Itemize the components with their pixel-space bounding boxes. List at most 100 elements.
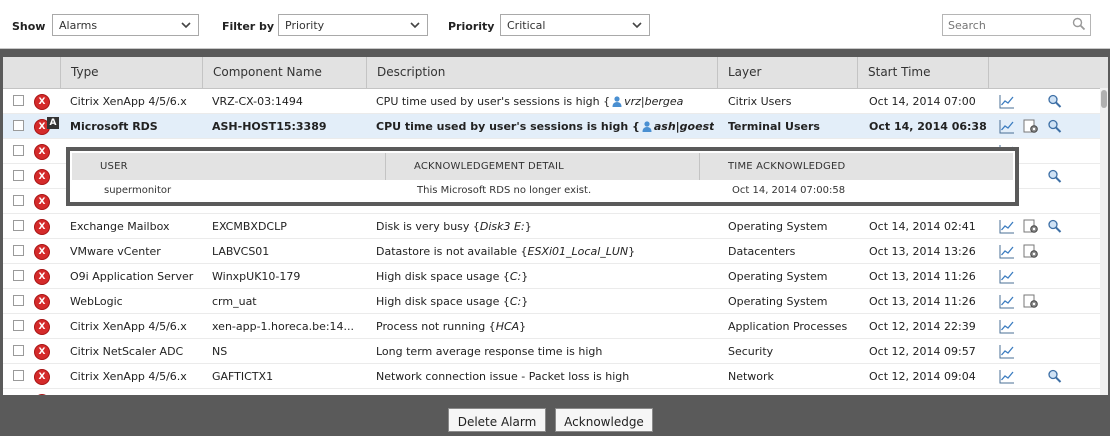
description-text: Datastore is not available { xyxy=(376,245,528,258)
popup-user: supermonitor xyxy=(104,185,172,196)
search-input[interactable] xyxy=(942,14,1091,36)
cell-layer: Security xyxy=(728,345,774,358)
row-checkbox[interactable] xyxy=(13,195,24,206)
cell-description: High disk space usage {C:} xyxy=(376,270,529,283)
search-icon[interactable] xyxy=(1072,17,1086,31)
header-description[interactable]: Description xyxy=(367,57,718,88)
graph-icon[interactable] xyxy=(999,269,1015,284)
table-row[interactable]: X Citrix XenApp 4/5/6.x VRZ-CX-03:1494 C… xyxy=(3,89,1100,114)
table-row[interactable]: X Citrix XenApp 4/5/6.x xen-app-1.horeca… xyxy=(3,314,1100,339)
graph-icon[interactable] xyxy=(999,294,1015,309)
cell-layer: Network xyxy=(728,370,774,383)
acknowledgement-popup: USER ACKNOWLEDGEMENT DETAIL TIME ACKNOWL… xyxy=(66,147,1019,206)
row-checkbox[interactable] xyxy=(13,320,24,331)
filter-by-select[interactable]: Priority xyxy=(278,14,428,36)
row-checkbox[interactable] xyxy=(13,120,24,131)
cell-type: Citrix XenApp 4/5/6.x xyxy=(70,320,187,333)
magnifier-icon[interactable] xyxy=(1047,369,1063,384)
graph-icon[interactable] xyxy=(999,319,1015,334)
cell-description: Process not running {HCA} xyxy=(376,320,527,333)
table-row[interactable]: X Citrix NetScaler ADC NS Long term aver… xyxy=(3,339,1100,364)
description-text: CPU time used by user's sessions is high… xyxy=(376,95,611,108)
description-detail: Disk3 E: xyxy=(479,220,525,233)
description-detail: ESXi01_Local_LUN xyxy=(527,245,629,258)
critical-alarm-icon: X xyxy=(34,294,50,310)
graph-icon[interactable] xyxy=(999,94,1015,109)
priority-select[interactable]: Critical xyxy=(500,14,650,36)
critical-alarm-icon: X xyxy=(34,219,50,235)
table-row[interactable]: X O9i Application Server WinxpUK10-179 H… xyxy=(3,264,1100,289)
row-checkbox[interactable] xyxy=(13,295,24,306)
graph-icon[interactable] xyxy=(999,219,1015,234)
critical-alarm-icon: X xyxy=(34,244,50,260)
critical-alarm-icon: X xyxy=(34,394,50,395)
header-component-name[interactable]: Component Name xyxy=(203,57,367,88)
table-header: Type Component Name Description Layer St… xyxy=(3,57,1108,89)
cell-start-time: Oct 13, 2014 11:26 xyxy=(869,295,976,308)
vertical-scrollbar[interactable] xyxy=(1100,88,1108,395)
details-gear-icon[interactable] xyxy=(1023,294,1039,309)
row-checkbox[interactable] xyxy=(13,345,24,356)
cell-start-time: Oct 12, 2014 09:57 xyxy=(869,345,976,358)
acknowledged-badge[interactable]: A xyxy=(47,117,59,129)
scrollbar-thumb[interactable] xyxy=(1101,90,1107,108)
delete-alarm-button[interactable]: Delete Alarm xyxy=(448,408,546,432)
graph-icon[interactable] xyxy=(999,119,1015,134)
acknowledge-button[interactable]: Acknowledge xyxy=(555,408,653,432)
graph-icon[interactable] xyxy=(999,344,1015,359)
graph-icon[interactable] xyxy=(999,244,1015,259)
description-text: Process not running { xyxy=(376,320,496,333)
priority-select-value: Critical xyxy=(507,19,546,32)
cell-start-time: Oct 13, 2014 11:26 xyxy=(869,270,976,283)
cell-description: Long term average response time is high xyxy=(376,345,603,358)
magnifier-icon[interactable] xyxy=(1047,219,1063,234)
header-select-col xyxy=(3,57,61,88)
header-start-time[interactable]: Start Time xyxy=(858,57,989,88)
chevron-down-icon xyxy=(181,22,191,29)
critical-alarm-icon: X xyxy=(34,269,50,285)
details-gear-icon[interactable] xyxy=(1023,244,1039,259)
table-row[interactable]: X Exchange Mailbox EXCMBXDCLP Disk is ve… xyxy=(3,214,1100,239)
row-checkbox[interactable] xyxy=(13,370,24,381)
cell-layer: Operating System xyxy=(728,295,828,308)
header-type[interactable]: Type xyxy=(61,57,203,88)
popup-header-time: TIME ACKNOWLEDGED xyxy=(728,161,846,172)
popup-time: Oct 14, 2014 07:00:58 xyxy=(732,185,846,196)
table-row[interactable]: X Citrix XenApp 4/5/6.x GAFTICTX1 Networ… xyxy=(3,364,1100,389)
magnifier-icon[interactable] xyxy=(1047,169,1063,184)
chevron-down-icon xyxy=(410,22,420,29)
critical-alarm-icon: X xyxy=(34,194,50,210)
critical-alarm-icon: X xyxy=(34,94,50,110)
cell-layer: Operating System xyxy=(728,270,828,283)
cell-layer: Terminal Users xyxy=(728,120,820,133)
header-layer[interactable]: Layer xyxy=(718,57,858,88)
table-row[interactable]: X VMware vCenter LABVCS01 Datastore is n… xyxy=(3,239,1100,264)
cell-component: ASH-HOST15:3389 xyxy=(212,120,327,133)
graph-icon[interactable] xyxy=(999,369,1015,384)
row-checkbox[interactable] xyxy=(13,170,24,181)
details-gear-icon[interactable] xyxy=(1023,219,1039,234)
description-detail: HCA xyxy=(495,320,520,333)
cell-component: crm_uat xyxy=(212,295,257,308)
description-user: ash|goeste... xyxy=(653,120,714,133)
row-checkbox[interactable] xyxy=(13,145,24,156)
magnifier-icon[interactable] xyxy=(1047,119,1063,134)
cell-component: GAFTICTX1 xyxy=(212,370,274,383)
cell-type: Microsoft RDS xyxy=(70,120,158,133)
row-checkbox[interactable] xyxy=(13,95,24,106)
popup-header-user: USER xyxy=(72,153,386,180)
show-select[interactable]: Alarms xyxy=(52,14,199,36)
details-gear-icon[interactable] xyxy=(1023,119,1039,134)
table-row-partial[interactable]: X xyxy=(3,389,1100,395)
row-checkbox[interactable] xyxy=(13,220,24,231)
row-checkbox[interactable] xyxy=(13,245,24,256)
magnifier-icon[interactable] xyxy=(1047,94,1063,109)
cell-start-time: Oct 13, 2014 13:26 xyxy=(869,245,976,258)
critical-alarm-icon: X xyxy=(34,144,50,160)
cell-component: LABVCS01 xyxy=(212,245,270,258)
row-checkbox[interactable] xyxy=(13,270,24,281)
table-row[interactable]: X WebLogic crm_uat High disk space usage… xyxy=(3,289,1100,314)
cell-description: CPU time used by user's sessions is high… xyxy=(376,114,714,139)
cell-layer: Operating System xyxy=(728,220,828,233)
table-row-selected[interactable]: X A Microsoft RDS ASH-HOST15:3389 CPU ti… xyxy=(3,114,1100,139)
